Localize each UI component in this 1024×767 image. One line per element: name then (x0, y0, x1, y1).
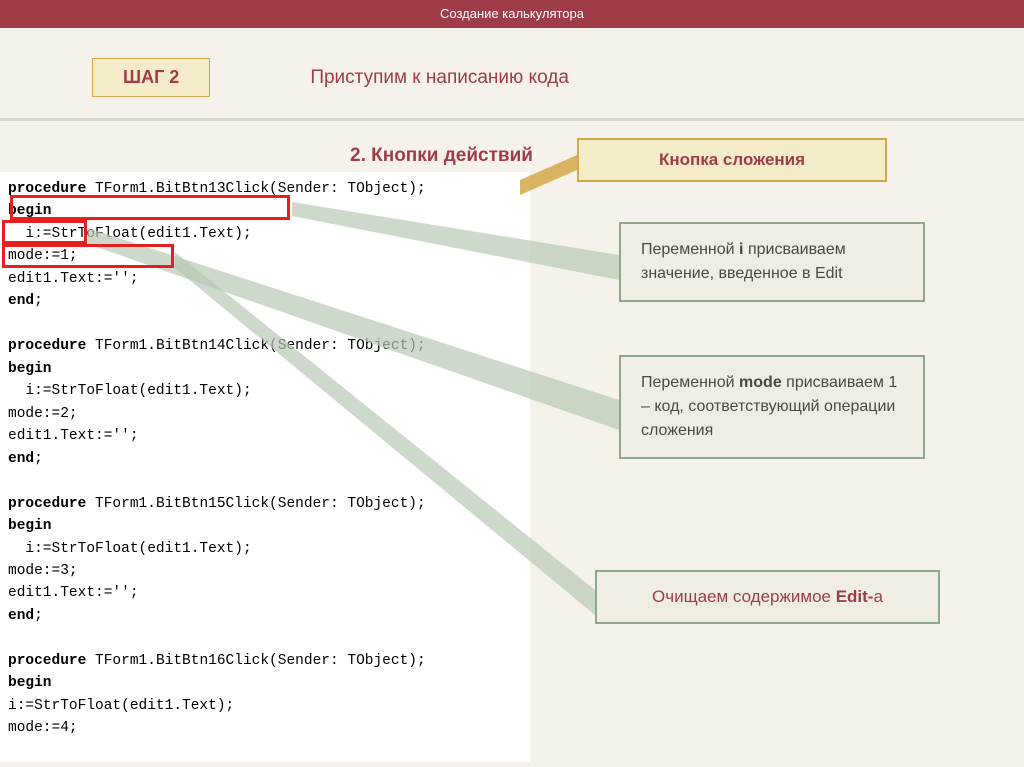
code-line: edit1.Text:=''; (8, 428, 139, 444)
kw-procedure: procedure (8, 181, 86, 197)
step-title: Приступим к написанию кода (310, 67, 569, 89)
code-line: mode:=4; (8, 720, 78, 736)
code-line: mode:=3; (8, 563, 78, 579)
code-line: i:=StrToFloat(edit1.Text); (8, 383, 252, 399)
step-label: ШАГ 2 (92, 58, 210, 97)
code-line: ; (34, 451, 43, 467)
step-header: ШАГ 2 Приступим к написанию кода (92, 58, 569, 97)
code-line: mode:=2; (8, 406, 78, 422)
kw-procedure: procedure (8, 496, 86, 512)
text: Очищаем содержимое (652, 587, 836, 606)
text: Переменной (641, 374, 739, 391)
section-title: 2. Кнопки действий (350, 145, 533, 167)
code-line: TForm1.BitBtn14Click(Sender: TObject); (86, 338, 425, 354)
code-line: i:=StrToFloat(edit1.Text); (8, 541, 252, 557)
kw-begin: begin (8, 361, 52, 377)
code-line: ; (34, 608, 43, 624)
bold: Edit- (836, 587, 874, 606)
callout-title: Кнопка сложения (577, 138, 887, 182)
code-line: i:=StrToFloat(edit1.Text); (8, 698, 234, 714)
code-line: edit1.Text:=''; (8, 585, 139, 601)
code-line: mode:=1; (8, 248, 78, 264)
annotation-2: Переменной mode присваиваем 1 – код, соо… (619, 355, 925, 459)
kw-end: end (8, 293, 34, 309)
kw-begin: begin (8, 518, 52, 534)
code-panel: procedure TForm1.BitBtn13Click(Sender: T… (0, 172, 530, 762)
kw-begin: begin (8, 203, 52, 219)
code-line: TForm1.BitBtn13Click(Sender: TObject); (86, 181, 425, 197)
annotation-3: Очищаем содержимое Edit-а (595, 570, 940, 624)
code-line: i:=StrToFloat(edit1.Text); (8, 226, 252, 242)
kw-procedure: procedure (8, 653, 86, 669)
kw-begin: begin (8, 675, 52, 691)
bold: mode (739, 374, 782, 391)
code-line: edit1.Text:=''; (8, 271, 139, 287)
divider (0, 118, 1024, 121)
code-line: ; (34, 293, 43, 309)
annotation-1: Переменной i присваиваем значение, введе… (619, 222, 925, 302)
text: а (873, 587, 882, 606)
top-bar: Создание калькулятора (0, 0, 1024, 28)
text: Переменной (641, 241, 739, 258)
code-line: TForm1.BitBtn15Click(Sender: TObject); (86, 496, 425, 512)
code-line: TForm1.BitBtn16Click(Sender: TObject); (86, 653, 425, 669)
kw-procedure: procedure (8, 338, 86, 354)
kw-end: end (8, 608, 34, 624)
kw-end: end (8, 451, 34, 467)
